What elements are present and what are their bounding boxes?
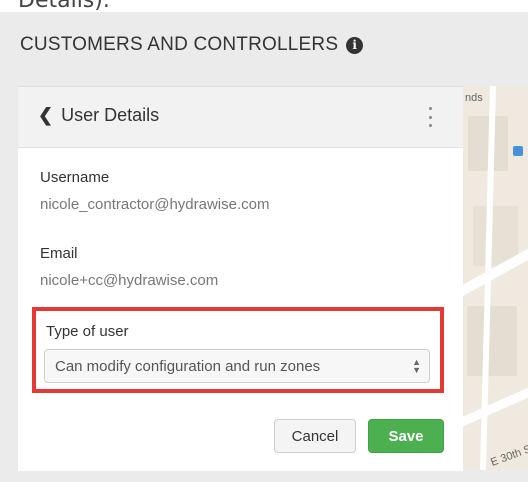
email-label: Email xyxy=(40,245,78,262)
back-to-users-link[interactable]: ❮ User Details xyxy=(38,105,159,126)
email-field: Email nicole+cc@hydrawise.com xyxy=(40,245,218,289)
top-cropped-text: Details). xyxy=(0,0,528,12)
save-button[interactable]: Save xyxy=(368,419,444,453)
user-type-selected-value: Can modify configuration and run zones xyxy=(55,357,321,375)
cancel-button[interactable]: Cancel xyxy=(274,419,356,453)
map-area[interactable]: nds E 30th S xyxy=(463,86,528,470)
chevron-left-icon: ❮ xyxy=(38,105,54,125)
info-icon[interactable]: i xyxy=(346,36,364,54)
page-title-text: CUSTOMERS AND CONTROLLERS xyxy=(20,34,339,55)
map-transit-icon xyxy=(513,146,523,156)
user-type-label: Type of user xyxy=(46,323,129,340)
select-updown-icon: ▲ ▼ xyxy=(412,357,421,375)
username-label: Username xyxy=(40,169,110,186)
panel-title: User Details xyxy=(61,105,160,125)
user-type-select[interactable]: Can modify configuration and run zones ▲… xyxy=(44,349,430,383)
map-place-label: nds xyxy=(465,92,483,104)
panel-header: ❮ User Details xyxy=(18,87,463,148)
cropped-heading-fragment: Details). xyxy=(18,0,110,12)
kebab-menu-icon[interactable] xyxy=(427,107,433,127)
username-field: Username nicole_contractor@hydrawise.com xyxy=(40,169,270,213)
map-streets-graphic xyxy=(463,86,528,470)
user-details-panel: ❮ User Details Username nicole_contracto… xyxy=(18,86,463,471)
email-value: nicole+cc@hydrawise.com xyxy=(40,272,219,289)
username-value: nicole_contractor@hydrawise.com xyxy=(40,196,270,213)
page-title: CUSTOMERS AND CONTROLLERS i xyxy=(20,34,364,56)
user-type-highlight: Type of user Can modify configuration an… xyxy=(32,307,444,393)
